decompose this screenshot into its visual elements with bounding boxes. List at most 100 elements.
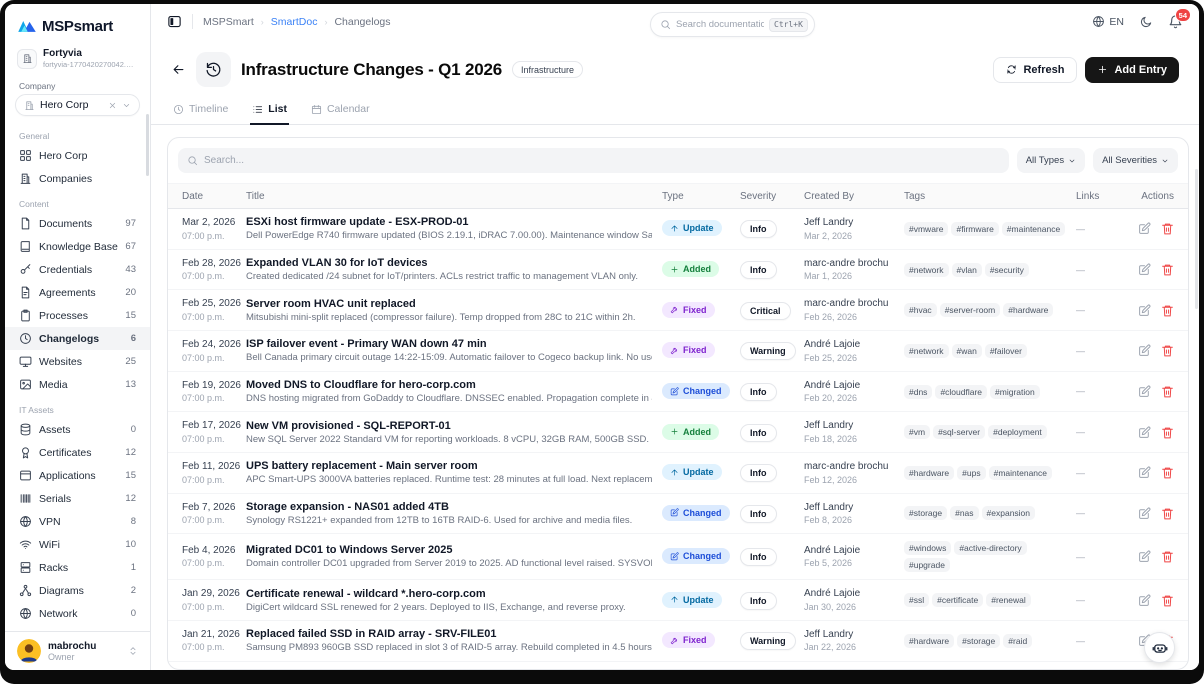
table-row[interactable]: Feb 7, 202607:00 p.m.Storage expansion -… [168,494,1188,535]
edit-button[interactable] [1138,426,1151,439]
global-search[interactable]: Ctrl+K [650,12,815,37]
entry-description: Samsung PM893 960GB SSD replaced in slot… [246,642,652,653]
sidebar-item-processes[interactable]: Processes15 [5,304,150,327]
table-row[interactable]: Feb 28, 202607:00 p.m.Expanded VLAN 30 f… [168,250,1188,291]
main-scrollbar[interactable] [1195,169,1198,309]
table-row[interactable]: Jan 14, 202607:00 p.m.Added 2x 16GB RAM … [168,662,1188,670]
sidebar-item-hero-corp[interactable]: Hero Corp [5,144,150,167]
edit-square-icon [1138,344,1151,357]
breadcrumb-smartdoc[interactable]: SmartDoc [271,16,318,28]
sidebar-item-websites[interactable]: Websites25 [5,350,150,373]
sidebar-item-wifi[interactable]: WiFi10 [5,533,150,556]
table-search[interactable] [178,148,1009,173]
created-by-date: Feb 25, 2026 [804,352,904,364]
sidebar-item-count: 13 [125,379,136,390]
sidebar-item-documents[interactable]: Documents97 [5,212,150,235]
edit-button[interactable] [1138,550,1151,563]
table-row[interactable]: Feb 19, 202607:00 p.m.Moved DNS to Cloud… [168,372,1188,413]
entry-date: Jan 21, 2026 [182,628,246,642]
workspace-switcher[interactable]: Fortyvia fortyvia-1770420270042.mspsm... [5,44,150,77]
table-search-input[interactable] [204,155,1000,166]
severity-badge: Info [740,464,777,482]
sidebar-item-knowledge-base[interactable]: Knowledge Base67 [5,235,150,258]
tab-calendar[interactable]: Calendar [309,97,372,125]
language-switcher[interactable]: EN [1092,15,1124,28]
created-by-name: Jeff Landry [804,419,904,433]
tag: #firmware [951,222,998,236]
sidebar-item-changelogs[interactable]: Changelogs6 [5,327,150,350]
tag: #maintenance [1002,222,1065,236]
breadcrumb-mspsmart[interactable]: MSPSmart [203,16,254,28]
table-row[interactable]: Feb 24, 202607:00 p.m.ISP failover event… [168,331,1188,372]
sidebar-item-racks[interactable]: Racks1 [5,556,150,579]
breadcrumb-changelogs[interactable]: Changelogs [334,16,390,28]
table-row[interactable]: Feb 17, 202607:00 p.m.New VM provisioned… [168,412,1188,453]
delete-button[interactable] [1161,304,1174,317]
edit-button[interactable] [1138,385,1151,398]
tag: #renewal [986,593,1031,607]
chevron-down-icon[interactable] [122,101,131,110]
tag: #network [904,263,949,277]
type-filter-dropdown[interactable]: All Types [1017,148,1085,173]
sidebar-item-vpn[interactable]: VPN8 [5,510,150,533]
notifications-button[interactable]: 54 [1168,14,1183,29]
edit-button[interactable] [1138,344,1151,357]
logo[interactable]: MSPsmart [5,4,150,44]
tab-timeline[interactable]: Timeline [171,97,230,125]
theme-toggle[interactable] [1139,15,1153,29]
edit-button[interactable] [1138,507,1151,520]
sidebar-item-credentials[interactable]: Credentials43 [5,258,150,281]
severity-filter-dropdown[interactable]: All Severities [1093,148,1178,173]
tag-list: #vmware#firmware#maintenance [904,222,1076,236]
edit-button[interactable] [1138,263,1151,276]
edit-button[interactable] [1138,304,1151,317]
table-row[interactable]: Jan 21, 202607:00 p.m.Replaced failed SS… [168,621,1188,662]
chatbot-button[interactable] [1144,632,1175,663]
clear-icon[interactable] [108,101,117,110]
edit-button[interactable] [1138,222,1151,235]
entry-time: 07:00 p.m. [182,474,246,486]
table-row[interactable]: Mar 2, 202607:00 p.m.ESXi host firmware … [168,209,1188,250]
sidebar-item-companies[interactable]: Companies [5,167,150,190]
delete-button[interactable] [1161,385,1174,398]
edit-button[interactable] [1138,594,1151,607]
delete-button[interactable] [1161,466,1174,479]
trash-icon [1161,507,1174,520]
add-entry-button[interactable]: Add Entry [1085,57,1179,83]
delete-button[interactable] [1161,507,1174,520]
company-select[interactable]: Hero Corp [15,94,140,116]
delete-button[interactable] [1161,594,1174,607]
sidebar-item-network[interactable]: Network0 [5,602,150,625]
delete-button[interactable] [1161,426,1174,439]
delete-button[interactable] [1161,222,1174,235]
sidebar-item-serials[interactable]: Serials12 [5,487,150,510]
sidebar-item-applications[interactable]: Applications15 [5,464,150,487]
sidebar-item-certificates[interactable]: Certificates12 [5,441,150,464]
sidebar-item-diagrams[interactable]: Diagrams2 [5,579,150,602]
back-button[interactable] [171,62,186,77]
delete-button[interactable] [1161,550,1174,563]
wrench-icon [670,305,679,314]
refresh-button[interactable]: Refresh [993,57,1077,83]
sidebar-toggle-icon[interactable] [167,14,182,29]
sidebar-scrollbar[interactable] [146,114,149,176]
delete-button[interactable] [1161,344,1174,357]
table-row[interactable]: Feb 4, 202607:00 p.m.Migrated DC01 to Wi… [168,534,1188,580]
tab-list[interactable]: List [250,97,289,125]
delete-button[interactable] [1161,263,1174,276]
sidebar-item-assets[interactable]: Assets0 [5,418,150,441]
table-row[interactable]: Jan 29, 202607:00 p.m.Certificate renewa… [168,580,1188,621]
entry-time: 07:00 p.m. [182,601,246,613]
entry-time: 07:00 p.m. [182,557,246,569]
sidebar-item-label: Agreements [39,287,118,299]
tab-label: Timeline [189,103,228,115]
table-row[interactable]: Feb 11, 202607:00 p.m.UPS battery replac… [168,453,1188,494]
table-row[interactable]: Feb 25, 202607:00 p.m.Server room HVAC u… [168,290,1188,331]
global-search-input[interactable] [676,19,764,30]
sidebar-item-media[interactable]: Media13 [5,373,150,396]
user-menu[interactable]: mabrochu Owner [5,631,150,670]
tag: #upgrade [904,558,950,572]
edit-button[interactable] [1138,466,1151,479]
globe-icon [19,607,32,620]
sidebar-item-agreements[interactable]: Agreements20 [5,281,150,304]
